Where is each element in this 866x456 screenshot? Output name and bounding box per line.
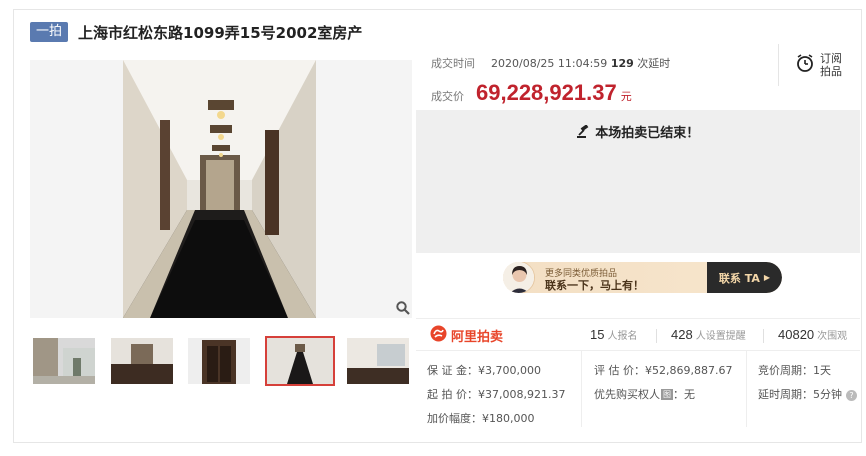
deal-time: 2020/08/25 11:04:59	[491, 57, 608, 70]
divider	[656, 329, 657, 343]
gavel-icon	[576, 124, 596, 141]
avatar	[503, 262, 535, 293]
priority-label: 优先购买权人	[594, 388, 660, 401]
extend-period-text: 延时周期：5分钟	[758, 388, 842, 401]
reminders-count: 428	[671, 327, 693, 342]
thumbnail-4-selected[interactable]	[265, 336, 335, 386]
play-arrow-icon: ▶	[763, 273, 771, 282]
brand-name: 阿里拍卖	[451, 330, 504, 345]
zoom-icon[interactable]	[396, 300, 410, 315]
contact-button[interactable]: 联系 TA ▶	[707, 262, 782, 293]
signups-count: 15	[590, 327, 605, 342]
views-label: 次围观	[817, 331, 848, 342]
deposit: 保 证 金：¥3,700,000	[427, 364, 541, 377]
deal-price: 69,228,921.37	[476, 80, 617, 105]
ended-message: 本场拍卖已结束！	[416, 122, 860, 141]
ended-text: 本场拍卖已结束！	[595, 126, 700, 141]
reminders-stat: 428 人设置提醒	[671, 327, 746, 342]
extend-period: 延时周期：5分钟?	[758, 386, 857, 402]
stats-bar: 阿里拍卖 15 人报名 428 人设置提醒 40820 次围观	[416, 318, 860, 350]
priority-buyer: 优先购买权人图：无	[594, 386, 695, 402]
contact-button-label: 联系 TA	[718, 271, 760, 285]
main-photo[interactable]	[30, 60, 412, 318]
help-icon[interactable]: ?	[846, 390, 857, 401]
thumbnail-1[interactable]	[33, 338, 95, 384]
deal-time-value: 2020/08/25 11:04:59 129 次延时	[491, 55, 670, 71]
auction-round-badge: 一拍	[30, 22, 69, 42]
extend-count: 129	[610, 57, 634, 70]
subscribe-button[interactable]: 订阅 拍品	[778, 44, 860, 86]
subscribe-line1: 订阅	[820, 52, 842, 65]
extend-label: 次延时	[637, 57, 671, 70]
start-price: 起 拍 价：¥37,008,921.37	[427, 388, 566, 401]
views-count: 40820	[778, 327, 815, 342]
deal-price-label: 成交价	[431, 90, 464, 103]
deal-info: 成交时间 2020/08/25 11:04:59 129 次延时 成交价 69,…	[416, 44, 860, 112]
thumbnail-2[interactable]	[111, 338, 173, 384]
info-tag-icon[interactable]: 图	[661, 389, 673, 400]
signups-stat: 15 人报名	[590, 327, 637, 342]
appraisal-price: 评 估 价：¥52,869,887.67	[594, 364, 733, 377]
views-stat: 40820 次围观	[778, 327, 847, 342]
auction-ended-panel: 本场拍卖已结束！	[416, 110, 860, 253]
signups-label: 人报名	[607, 331, 638, 342]
thumbnail-3[interactable]	[188, 338, 250, 384]
brand-logo: 阿里拍卖	[430, 325, 503, 346]
contact-title: 联系一下，马上有！	[545, 279, 644, 292]
price-unit: 元	[620, 90, 632, 103]
title-row: 一拍 上海市红松东路1099弄15号2002室房产	[30, 21, 362, 43]
contact-strip: 更多同类优质拍品 联系一下，马上有！ 联系 TA ▶	[416, 253, 860, 303]
thumbnail-5[interactable]	[347, 338, 409, 384]
divider	[581, 351, 582, 427]
auction-details: 保 证 金：¥3,700,000 起 拍 价：¥37,008,921.37 加价…	[416, 350, 860, 427]
subscribe-line2: 拍品	[820, 65, 842, 78]
divider	[746, 351, 747, 427]
bid-period: 竞价周期：1天	[758, 364, 831, 377]
reminders-label: 人设置提醒	[695, 331, 746, 342]
page-title: 上海市红松东路1099弄15号2002室房产	[78, 23, 363, 42]
divider	[763, 329, 764, 343]
alarm-clock-icon	[795, 53, 815, 77]
bid-increment: 加价幅度：¥180,000	[427, 412, 535, 425]
subscribe-label: 订阅 拍品	[820, 52, 844, 78]
contact-banner[interactable]: 更多同类优质拍品 联系一下，马上有！ 联系 TA ▶	[503, 262, 782, 293]
ali-auction-icon	[430, 325, 447, 346]
deal-time-label: 成交时间	[431, 57, 475, 70]
priority-value: ：无	[673, 388, 695, 401]
